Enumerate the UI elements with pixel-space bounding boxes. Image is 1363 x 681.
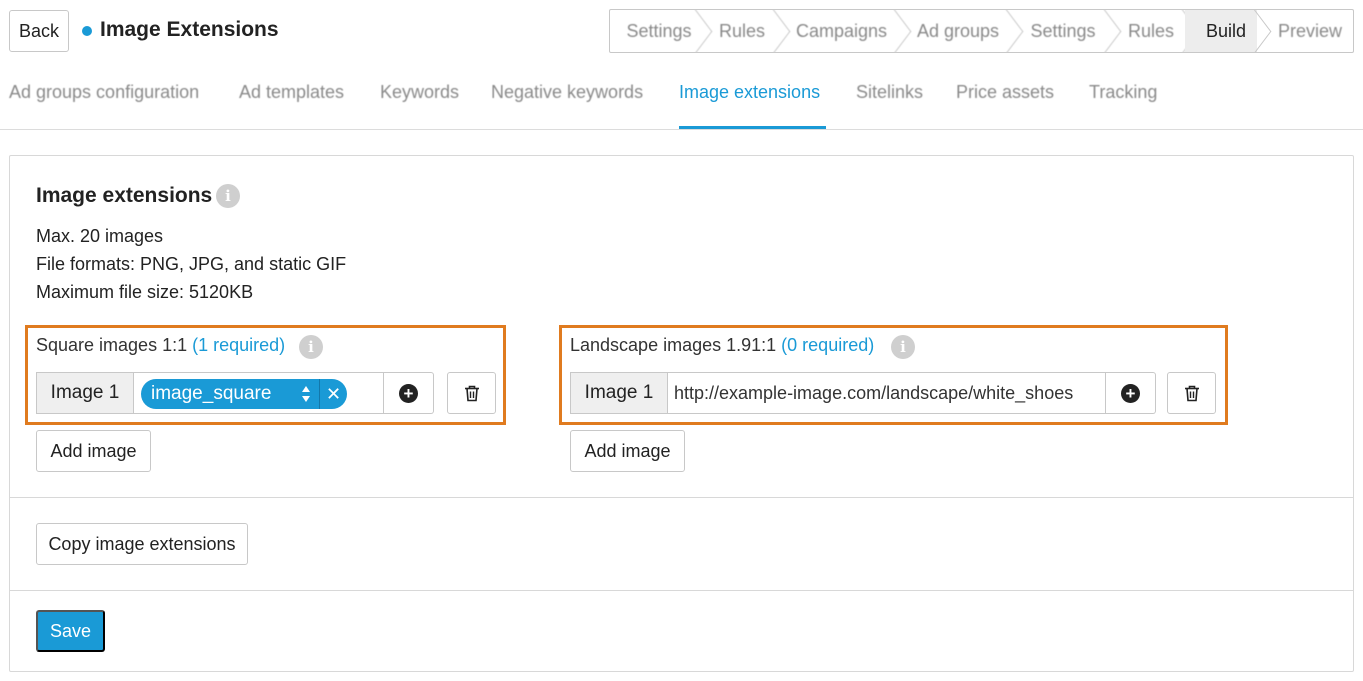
square-image-row-label: Image 1 xyxy=(36,372,134,414)
tab-image-extensions[interactable]: Image extensions xyxy=(679,82,820,103)
step-settings[interactable]: Settings xyxy=(610,10,698,52)
remove-chip-icon[interactable]: ✕ xyxy=(320,379,347,409)
trash-icon xyxy=(1184,385,1199,401)
plus-circle-icon: + xyxy=(1121,383,1140,403)
active-tab-indicator xyxy=(679,126,826,129)
section-title: Image extensions xyxy=(36,184,213,207)
info-icon[interactable]: i xyxy=(216,184,240,208)
square-info-icon[interactable]: i xyxy=(299,335,323,359)
step-campaigns[interactable]: Campaigns xyxy=(776,10,897,52)
square-image-row: Image 1 image_square ✕ + xyxy=(36,372,434,414)
wizard-stepper: Settings Rules Campaigns Ad groups Setti… xyxy=(609,9,1354,53)
file-formats-text: File formats: PNG, JPG, and static GIF xyxy=(36,254,347,274)
step-ad-groups[interactable]: Ad groups xyxy=(897,10,1009,52)
plus-circle-icon: + xyxy=(399,383,418,403)
landscape-image-row: Image 1 http://example-image.com/landsca… xyxy=(570,372,1156,414)
max-file-size-text: Maximum file size: 5120KB xyxy=(36,282,254,302)
landscape-url-input[interactable]: http://example-image.com/landscape/white… xyxy=(668,372,1106,414)
chip-label: image_square xyxy=(151,383,272,404)
square-add-row-button[interactable]: + xyxy=(384,372,434,414)
sort-arrows-icon[interactable] xyxy=(301,385,311,403)
square-image-select[interactable]: image_square ✕ xyxy=(134,372,384,414)
tab-tracking[interactable]: Tracking xyxy=(1089,82,1157,103)
step-settings-2[interactable]: Settings xyxy=(1009,10,1107,52)
tab-price-assets[interactable]: Price assets xyxy=(956,82,1054,103)
square-delete-button[interactable] xyxy=(447,372,496,414)
landscape-url-value: http://example-image.com/landscape/white… xyxy=(674,383,1074,403)
square-add-image-button[interactable]: Add image xyxy=(36,430,151,472)
copy-image-extensions-button[interactable]: Copy image extensions xyxy=(36,523,248,565)
landscape-delete-button[interactable] xyxy=(1167,372,1216,414)
tab-sitelinks[interactable]: Sitelinks xyxy=(856,82,923,103)
step-rules[interactable]: Rules xyxy=(698,10,776,52)
landscape-required-count: (0 required) xyxy=(781,335,875,355)
save-button[interactable]: Save xyxy=(36,610,105,652)
divider xyxy=(10,590,1353,591)
landscape-add-row-button[interactable]: + xyxy=(1106,372,1156,414)
landscape-info-icon[interactable]: i xyxy=(891,335,915,359)
divider xyxy=(10,497,1353,498)
step-rules-2[interactable]: Rules xyxy=(1107,10,1185,52)
tab-ad-templates[interactable]: Ad templates xyxy=(239,82,344,103)
back-button[interactable]: Back xyxy=(9,10,69,52)
image-extensions-panel: Image extensions i Max. 20 images File f… xyxy=(9,155,1354,672)
step-build[interactable]: Build xyxy=(1185,10,1257,52)
status-dot xyxy=(82,26,92,36)
square-required-count: (1 required) xyxy=(192,335,286,355)
tab-keywords[interactable]: Keywords xyxy=(380,82,459,103)
landscape-add-image-button[interactable]: Add image xyxy=(570,430,685,472)
tab-ad-groups-configuration[interactable]: Ad groups configuration xyxy=(9,82,199,103)
image-chip[interactable]: image_square ✕ xyxy=(141,379,347,409)
tab-bar: Ad groups configuration Ad templates Key… xyxy=(0,62,1363,130)
square-images-label: Square images 1:1 (1 required) xyxy=(36,335,286,355)
trash-icon xyxy=(464,385,479,401)
landscape-image-row-label: Image 1 xyxy=(570,372,668,414)
max-images-text: Max. 20 images xyxy=(36,226,164,246)
landscape-images-label: Landscape images 1.91:1 (0 required) xyxy=(570,335,875,355)
tab-negative-keywords[interactable]: Negative keywords xyxy=(491,82,643,103)
page-title: Image Extensions xyxy=(100,18,279,41)
